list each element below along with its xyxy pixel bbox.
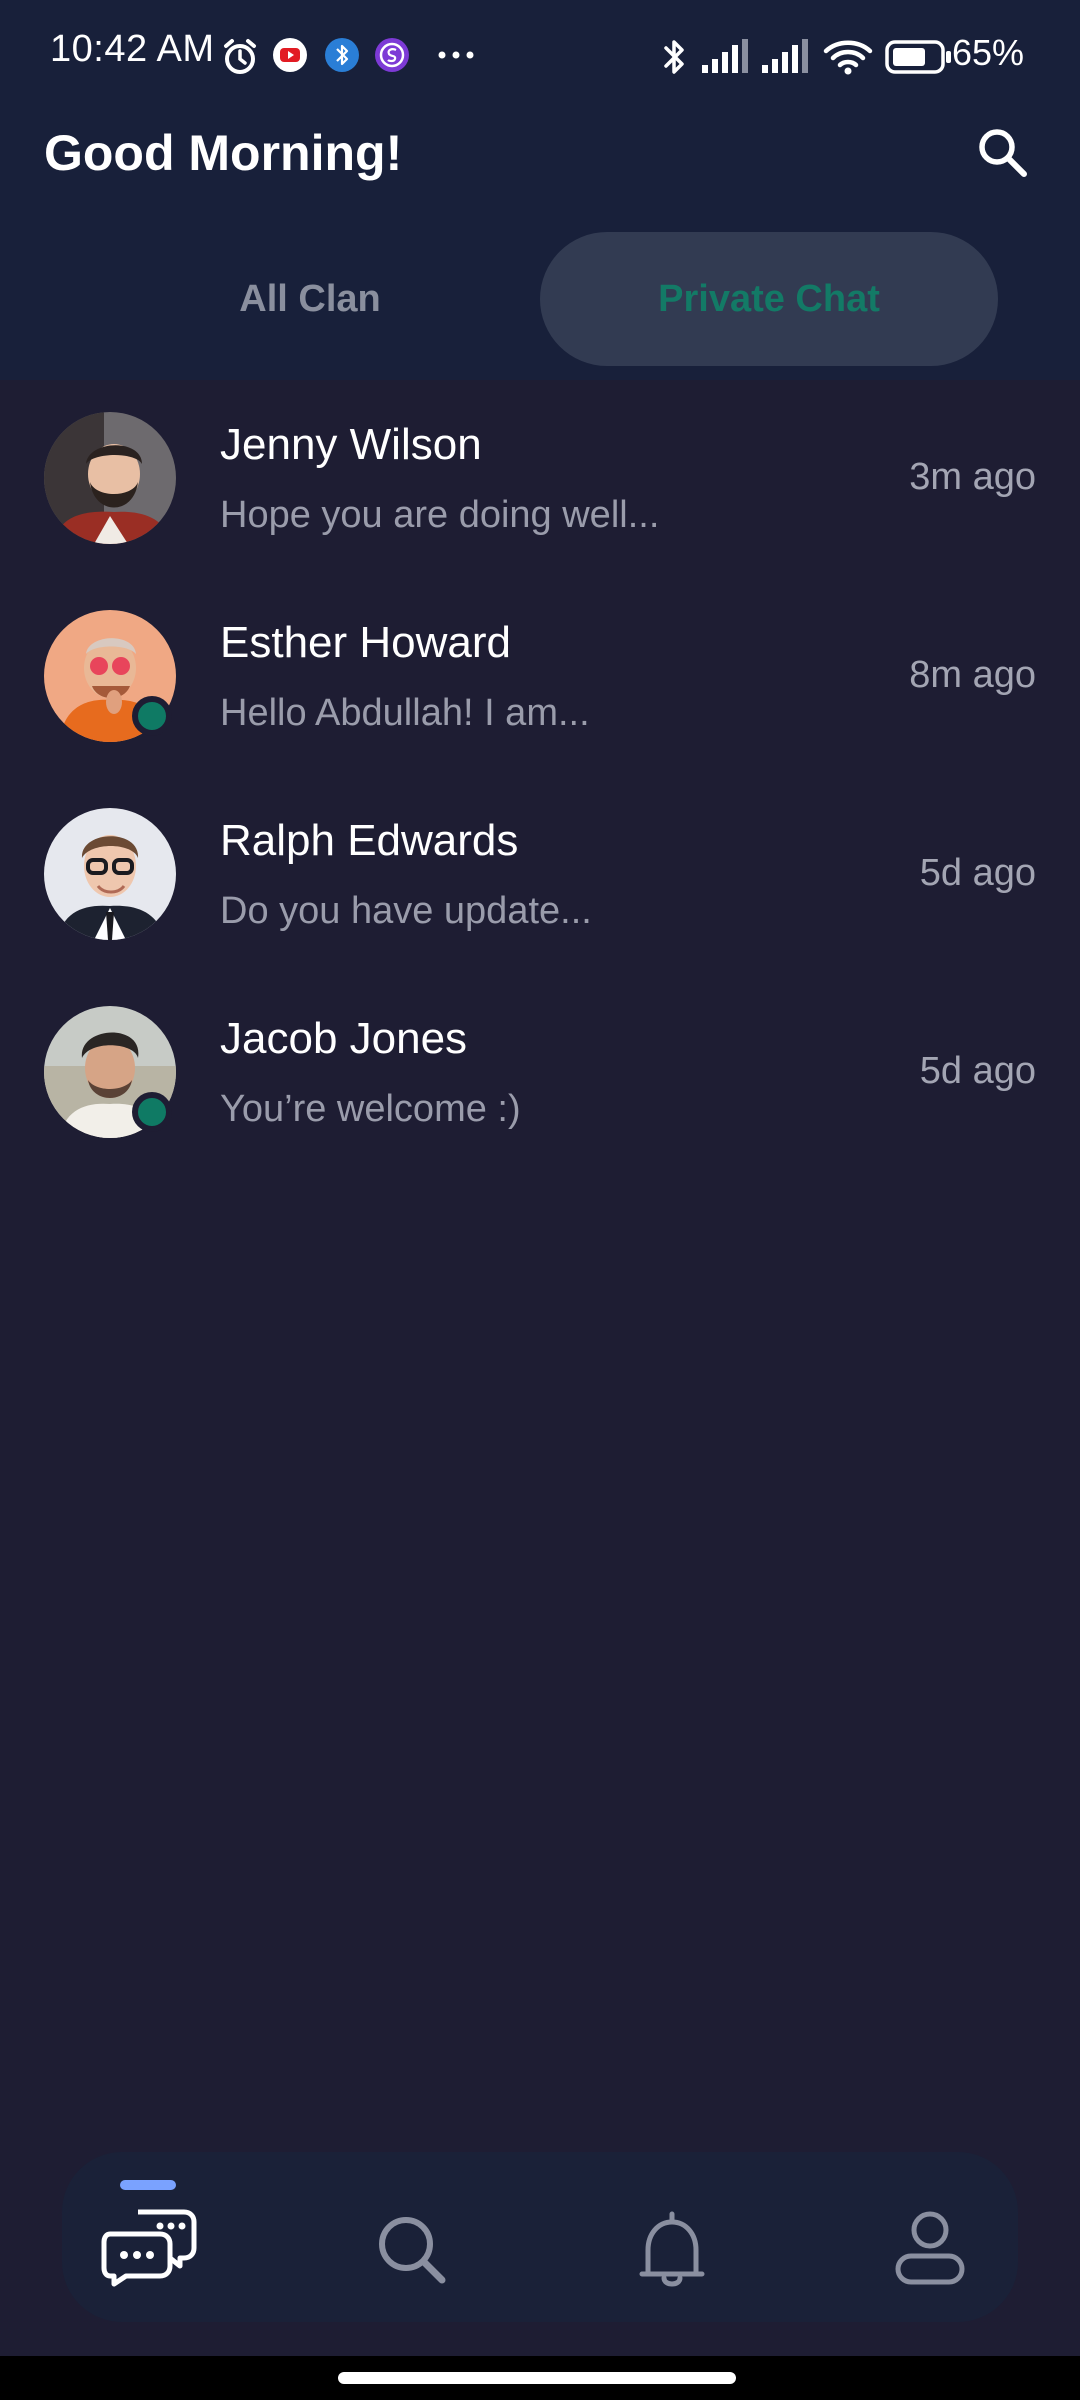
header-search-button[interactable] bbox=[972, 122, 1032, 182]
battery-icon bbox=[885, 40, 951, 74]
tab-bar: All Clan Private Chat bbox=[0, 232, 1080, 366]
chat-row[interactable]: Esther Howard Hello Abdullah! I am... 8m… bbox=[0, 578, 1080, 776]
chat-message-preview: Hello Abdullah! I am... bbox=[220, 692, 590, 734]
bluetooth-app-icon bbox=[325, 38, 359, 72]
chat-message-preview: Hope you are doing well... bbox=[220, 494, 660, 536]
search-icon bbox=[379, 2217, 446, 2284]
tab-all-clan[interactable]: All Clan bbox=[160, 232, 460, 366]
tab-private-chat[interactable]: Private Chat bbox=[540, 232, 998, 366]
youtube-icon bbox=[273, 38, 307, 72]
chat-name: Ralph Edwards bbox=[220, 816, 519, 865]
bottom-navigation bbox=[62, 2152, 1018, 2322]
chat-row[interactable]: Jenny Wilson Hope you are doing well... … bbox=[0, 380, 1080, 578]
wifi-icon bbox=[823, 40, 873, 75]
signal-icon bbox=[762, 39, 808, 73]
alarm-icon bbox=[224, 39, 256, 74]
nav-notifications[interactable] bbox=[592, 2152, 752, 2322]
online-status-indicator bbox=[132, 696, 172, 736]
greeting-title: Good Morning! bbox=[44, 125, 403, 181]
bell-icon bbox=[639, 2211, 705, 2287]
avatar bbox=[44, 412, 176, 544]
active-nav-indicator bbox=[120, 2180, 176, 2190]
chat-timestamp: 3m ago bbox=[909, 456, 1036, 498]
search-icon bbox=[979, 129, 1027, 177]
chat-name: Jenny Wilson bbox=[220, 420, 482, 469]
header-area: 10:42 AM 65% Good Morning! All Clan Priv… bbox=[0, 0, 1080, 380]
gesture-bar bbox=[0, 2356, 1080, 2400]
chat-screen: 10:42 AM 65% Good Morning! All Clan Priv… bbox=[0, 0, 1080, 2400]
purple-app-icon bbox=[375, 38, 409, 72]
status-bar: 10:42 AM 65% bbox=[0, 0, 1080, 112]
chat-list: Jenny Wilson Hope you are doing well... … bbox=[0, 380, 1080, 1172]
more-dots-icon bbox=[438, 51, 474, 59]
bluetooth-icon bbox=[664, 40, 684, 74]
nav-profile[interactable] bbox=[850, 2152, 1010, 2322]
nav-chats[interactable] bbox=[70, 2152, 230, 2322]
chat-timestamp: 8m ago bbox=[909, 654, 1036, 696]
avatar bbox=[44, 808, 176, 940]
nav-search[interactable] bbox=[332, 2152, 492, 2322]
chat-timestamp: 5d ago bbox=[919, 852, 1036, 894]
chat-row[interactable]: Ralph Edwards Do you have update... 5d a… bbox=[0, 776, 1080, 974]
status-time: 10:42 AM bbox=[50, 28, 215, 70]
chat-timestamp: 5d ago bbox=[919, 1050, 1036, 1092]
chat-row[interactable]: Jacob Jones You’re welcome :) 5d ago bbox=[0, 974, 1080, 1172]
signal-icon bbox=[702, 39, 748, 73]
chat-message-preview: You’re welcome :) bbox=[220, 1088, 521, 1130]
online-status-indicator bbox=[132, 1092, 172, 1132]
chat-name: Jacob Jones bbox=[220, 1014, 468, 1063]
chat-name: Esther Howard bbox=[220, 618, 512, 667]
chat-bubbles-icon bbox=[101, 2209, 197, 2287]
profile-icon bbox=[895, 2211, 965, 2285]
battery-percent: 65% bbox=[951, 32, 1024, 73]
home-indicator[interactable] bbox=[338, 2372, 736, 2384]
chat-message-preview: Do you have update... bbox=[220, 890, 592, 932]
